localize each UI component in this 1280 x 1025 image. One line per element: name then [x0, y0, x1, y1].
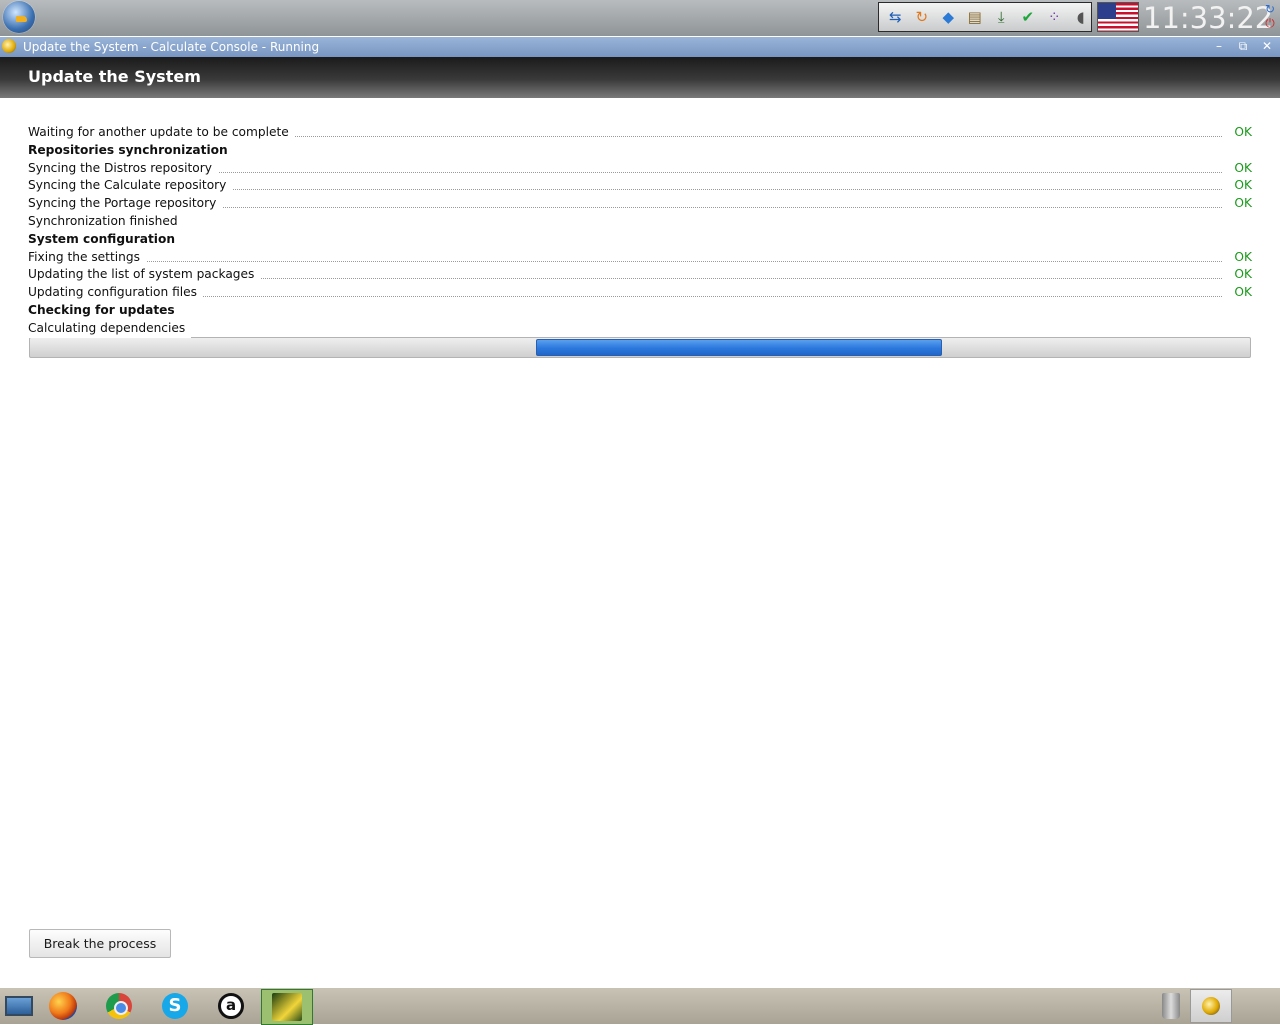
log-row: Syncing the Calculate repository OK — [28, 177, 1252, 196]
download-icon[interactable]: ⤓ — [991, 7, 1012, 27]
status-ok: OK — [1234, 125, 1252, 139]
power-icon[interactable]: ⏻ — [1263, 16, 1277, 30]
log-row: Fixing the settings OK — [28, 248, 1252, 267]
status-ok: OK — [1234, 285, 1252, 300]
calculate-console-launcher-icon[interactable] — [261, 989, 313, 1025]
calculate-console-logo — [272, 993, 302, 1021]
window-title: Update the System - Calculate Console - … — [23, 40, 320, 54]
clipboard-icon[interactable]: ▤ — [965, 7, 986, 27]
firefox-logo — [49, 992, 77, 1020]
switch-user-icon[interactable]: ↻ — [1263, 2, 1277, 16]
chrome-icon[interactable] — [102, 989, 136, 1023]
chrome-logo — [106, 993, 132, 1019]
shield-check-icon[interactable]: ✔ — [1018, 7, 1039, 27]
skype-logo: S — [162, 993, 188, 1019]
log-row: Updating configuration files OK — [28, 284, 1252, 302]
amarok-logo: a — [218, 993, 244, 1019]
page-title: Update the System — [28, 67, 201, 86]
dot-leader — [28, 296, 1222, 298]
trash-icon[interactable] — [1154, 989, 1188, 1023]
update-log: Waiting for another update to be complet… — [28, 124, 1252, 338]
amarok-icon[interactable]: a — [214, 989, 248, 1023]
restore-button[interactable]: ⧉ — [1234, 38, 1252, 55]
window-controls: – ⧉ ✕ — [1210, 38, 1276, 55]
log-message: Updating configuration files — [28, 284, 203, 302]
window-titlebar[interactable]: Update the System - Calculate Console - … — [0, 37, 1280, 57]
log-row: Waiting for another update to be complet… — [28, 124, 1252, 142]
refresh-icon[interactable]: ↻ — [912, 7, 933, 27]
clock[interactable]: 11:33:22 — [1143, 0, 1273, 36]
dots-icon[interactable]: ⁘ — [1044, 7, 1065, 27]
dot-leader — [28, 260, 1222, 262]
calculate-linux-menu-icon[interactable] — [3, 1, 35, 33]
network-diamond-icon[interactable]: ◆ — [938, 7, 959, 27]
status-ok: OK — [1234, 196, 1252, 211]
trash-can — [1162, 993, 1180, 1019]
log-message: Fixing the settings — [28, 248, 146, 267]
screen-shape — [5, 996, 33, 1016]
break-process-button[interactable]: Break the process — [29, 929, 171, 958]
progress-bar — [29, 337, 1251, 358]
task-logo — [1202, 997, 1220, 1015]
status-ok: OK — [1234, 267, 1252, 282]
log-section-heading: Repositories synchronization — [28, 141, 234, 160]
log-section-heading: Checking for updates — [28, 301, 181, 320]
close-button[interactable]: ✕ — [1258, 38, 1276, 55]
top-panel: ⇆ ↻ ◆ ▤ ⤓ ✔ ⁘ ◖ 11:33:22 ↻ ⏻ — [0, 0, 1280, 36]
volume-icon[interactable]: ◖ — [1071, 7, 1092, 27]
log-message: Waiting for another update to be complet… — [28, 124, 295, 142]
minimize-button[interactable]: – — [1210, 38, 1228, 55]
log-row: Checking for updates — [28, 301, 1252, 320]
log-row: System configuration — [28, 230, 1252, 249]
log-message: Syncing the Calculate repository — [28, 177, 233, 196]
show-desktop-icon[interactable] — [2, 989, 36, 1023]
progress-indicator — [536, 339, 942, 356]
skype-icon[interactable]: S — [158, 989, 192, 1023]
session-controls: ↻ ⏻ — [1263, 2, 1279, 34]
status-ok: OK — [1234, 249, 1252, 264]
log-row: Synchronization finished — [28, 212, 1252, 231]
firefox-icon[interactable] — [46, 989, 80, 1023]
log-row: Updating the list of system packages OK — [28, 266, 1252, 285]
taskbar: S a — [0, 988, 1280, 1025]
log-row: Repositories synchronization — [28, 141, 1252, 160]
log-message: Synchronization finished — [28, 212, 184, 231]
log-message: Calculating dependencies — [28, 319, 192, 338]
flag-canton — [1098, 3, 1116, 19]
log-message: Syncing the Portage repository — [28, 195, 223, 213]
status-ok: OK — [1234, 178, 1252, 193]
log-row: Syncing the Distros repository OK — [28, 159, 1252, 178]
log-message: Syncing the Distros repository — [28, 159, 218, 178]
us-flag-icon[interactable] — [1097, 2, 1139, 32]
calculate-console-icon[interactable] — [2, 39, 16, 53]
log-row: Syncing the Portage repository OK — [28, 195, 1252, 213]
teamviewer-icon[interactable]: ⇆ — [885, 7, 906, 27]
status-ok: OK — [1234, 160, 1252, 175]
page-header: Update the System — [0, 57, 1280, 98]
log-section-heading: System configuration — [28, 230, 182, 249]
log-message: Updating the list of system packages — [28, 266, 261, 285]
system-tray: ⇆ ↻ ◆ ▤ ⤓ ✔ ⁘ ◖ — [878, 2, 1092, 32]
log-row: Calculating dependencies — [28, 319, 1252, 338]
calculate-console-task-icon[interactable] — [1190, 989, 1232, 1023]
